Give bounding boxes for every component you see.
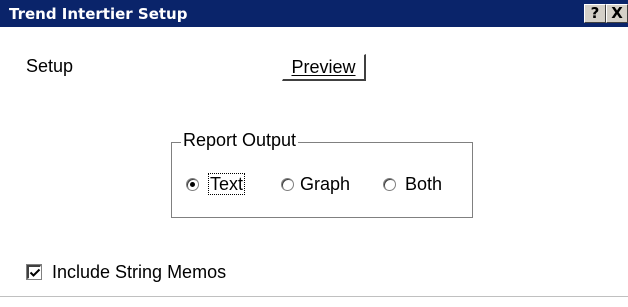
setup-label: Setup bbox=[26, 56, 74, 76]
radio-both-button[interactable] bbox=[383, 178, 396, 191]
radio-text-button[interactable] bbox=[186, 178, 199, 191]
preview-button[interactable]: Preview bbox=[282, 54, 366, 81]
help-button[interactable]: ? bbox=[584, 4, 606, 23]
bottom-divider bbox=[0, 296, 628, 297]
radio-both-label: Both bbox=[405, 174, 443, 194]
setup-dialog: Trend Intertier Setup ? X Setup Preview … bbox=[0, 0, 628, 307]
include-string-memos-checkbox[interactable] bbox=[27, 265, 41, 279]
close-button[interactable]: X bbox=[606, 4, 628, 23]
radio-graph-button[interactable] bbox=[281, 178, 294, 191]
radio-text-label: Text bbox=[207, 173, 246, 195]
window-title: Trend Intertier Setup bbox=[9, 5, 188, 23]
report-output-legend: Report Output bbox=[181, 130, 299, 151]
radio-graph-label: Graph bbox=[300, 174, 351, 194]
checkmark-icon bbox=[29, 268, 41, 277]
include-string-memos-label[interactable]: Include String Memos bbox=[52, 262, 226, 283]
title-bar[interactable]: Trend Intertier Setup ? X bbox=[0, 0, 628, 27]
